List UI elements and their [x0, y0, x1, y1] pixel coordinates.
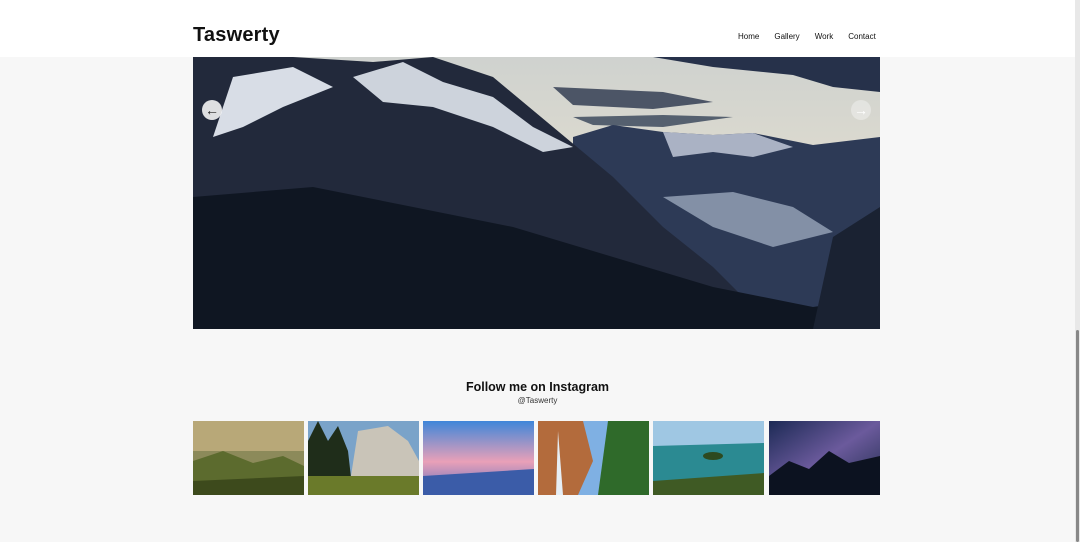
slider-next-button[interactable]: →	[851, 100, 871, 120]
instagram-handle[interactable]: @Taswerty	[0, 396, 1075, 405]
hero-mountain-image	[193, 57, 880, 329]
thumbnail-sunset-beach[interactable]	[423, 421, 534, 495]
arrow-left-icon: ←	[205, 102, 219, 118]
slider-prev-button[interactable]: ←	[202, 100, 222, 120]
hero-slider	[193, 57, 880, 329]
arrow-right-icon: →	[854, 102, 868, 118]
instagram-title: Follow me on Instagram	[465, 380, 610, 394]
instagram-thumbnails	[193, 421, 880, 495]
site-header: Taswerty Home Gallery Work Contact	[0, 0, 1075, 57]
nav-contact[interactable]: Contact	[848, 32, 876, 41]
thumbnail-night-sky-mountains[interactable]	[769, 421, 880, 495]
site-logo[interactable]: Taswerty	[193, 24, 280, 47]
nav-home[interactable]: Home	[738, 32, 759, 41]
thumbnail-lake-island[interactable]	[653, 421, 764, 495]
page-scrollbar[interactable]	[1075, 0, 1080, 542]
thumbnail-forest-cliff[interactable]	[308, 421, 419, 495]
nav-gallery[interactable]: Gallery	[774, 32, 799, 41]
scrollbar-thumb[interactable]	[1076, 330, 1079, 542]
main-nav: Home Gallery Work Contact	[738, 32, 891, 41]
thumbnail-waterfall-canyon[interactable]	[538, 421, 649, 495]
nav-work[interactable]: Work	[815, 32, 834, 41]
thumbnail-misty-hills[interactable]	[193, 421, 304, 495]
